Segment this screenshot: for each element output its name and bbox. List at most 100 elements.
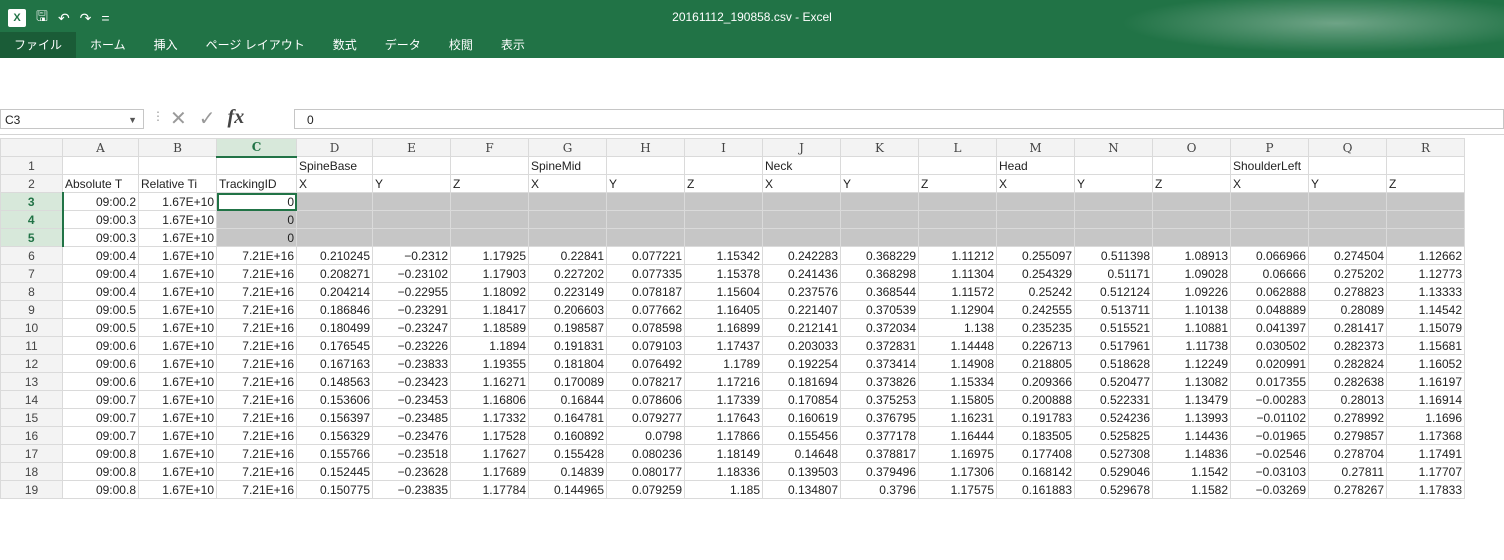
- cell-o15[interactable]: 1.13993: [1152, 408, 1231, 427]
- cell-l1[interactable]: [918, 156, 997, 175]
- cell-h14[interactable]: 0.078606: [606, 390, 685, 409]
- cell-q9[interactable]: 0.28089: [1308, 300, 1387, 319]
- cell-e6[interactable]: −0.2312: [372, 246, 451, 265]
- cell-r15[interactable]: 1.1696: [1386, 408, 1465, 427]
- cell-m7[interactable]: 0.254329: [996, 264, 1075, 283]
- name-box[interactable]: C3 ▼: [0, 109, 144, 129]
- cell-a4[interactable]: 09:00.3: [62, 210, 139, 229]
- row-header[interactable]: 14: [0, 390, 63, 409]
- cell-c2[interactable]: TrackingID: [216, 174, 297, 193]
- cell-k13[interactable]: 0.373826: [840, 372, 919, 391]
- cell-o17[interactable]: 1.14836: [1152, 444, 1231, 463]
- cell-l18[interactable]: 1.17306: [918, 462, 997, 481]
- cell-k5[interactable]: [840, 228, 919, 247]
- cell-l13[interactable]: 1.15334: [918, 372, 997, 391]
- tab-ribbon-1[interactable]: ホーム: [76, 32, 140, 58]
- cell-g9[interactable]: 0.206603: [528, 300, 607, 319]
- tab-ribbon-7[interactable]: 表示: [487, 32, 539, 58]
- cell-q1[interactable]: [1308, 156, 1387, 175]
- cell-q10[interactable]: 0.281417: [1308, 318, 1387, 337]
- cell-g11[interactable]: 0.191831: [528, 336, 607, 355]
- cell-q19[interactable]: 0.278267: [1308, 480, 1387, 499]
- cell-m14[interactable]: 0.200888: [996, 390, 1075, 409]
- cell-l16[interactable]: 1.16444: [918, 426, 997, 445]
- cell-i16[interactable]: 1.17866: [684, 426, 763, 445]
- cell-k7[interactable]: 0.368298: [840, 264, 919, 283]
- row-header[interactable]: 7: [0, 264, 63, 283]
- cell-l2[interactable]: Z: [918, 174, 997, 193]
- cell-h19[interactable]: 0.079259: [606, 480, 685, 499]
- cell-p14[interactable]: −0.00283: [1230, 390, 1309, 409]
- cell-d13[interactable]: 0.148563: [296, 372, 373, 391]
- cell-j14[interactable]: 0.170854: [762, 390, 841, 409]
- cell-d12[interactable]: 0.167163: [296, 354, 373, 373]
- cell-l12[interactable]: 1.14908: [918, 354, 997, 373]
- cell-e11[interactable]: −0.23226: [372, 336, 451, 355]
- cell-p17[interactable]: −0.02546: [1230, 444, 1309, 463]
- cell-q5[interactable]: [1308, 228, 1387, 247]
- cell-q7[interactable]: 0.275202: [1308, 264, 1387, 283]
- cell-n17[interactable]: 0.527308: [1074, 444, 1153, 463]
- cell-c6[interactable]: 7.21E+16: [216, 246, 297, 265]
- cell-a15[interactable]: 09:00.7: [62, 408, 139, 427]
- cell-d11[interactable]: 0.176545: [296, 336, 373, 355]
- cell-i1[interactable]: [684, 156, 763, 175]
- column-header-d[interactable]: D: [296, 138, 373, 157]
- cell-j16[interactable]: 0.155456: [762, 426, 841, 445]
- cell-p15[interactable]: −0.01102: [1230, 408, 1309, 427]
- column-header-o[interactable]: O: [1152, 138, 1231, 157]
- cell-d2[interactable]: X: [296, 174, 373, 193]
- column-header-q[interactable]: Q: [1308, 138, 1387, 157]
- cell-f18[interactable]: 1.17689: [450, 462, 529, 481]
- cell-h9[interactable]: 0.077662: [606, 300, 685, 319]
- cell-c1[interactable]: [216, 156, 297, 175]
- cell-m9[interactable]: 0.242555: [996, 300, 1075, 319]
- cell-e10[interactable]: −0.23247: [372, 318, 451, 337]
- cell-r9[interactable]: 1.14542: [1386, 300, 1465, 319]
- cell-l15[interactable]: 1.16231: [918, 408, 997, 427]
- cell-o16[interactable]: 1.14436: [1152, 426, 1231, 445]
- cell-f14[interactable]: 1.16806: [450, 390, 529, 409]
- cell-m5[interactable]: [996, 228, 1075, 247]
- cell-j12[interactable]: 0.192254: [762, 354, 841, 373]
- chevron-down-icon[interactable]: ▼: [128, 110, 137, 130]
- cell-q6[interactable]: 0.274504: [1308, 246, 1387, 265]
- row-header[interactable]: 1: [0, 156, 63, 175]
- cell-o18[interactable]: 1.1542: [1152, 462, 1231, 481]
- cell-f15[interactable]: 1.17332: [450, 408, 529, 427]
- row-header[interactable]: 12: [0, 354, 63, 373]
- cell-d8[interactable]: 0.204214: [296, 282, 373, 301]
- cell-a16[interactable]: 09:00.7: [62, 426, 139, 445]
- cell-f1[interactable]: [450, 156, 529, 175]
- cell-b6[interactable]: 1.67E+10: [138, 246, 217, 265]
- cell-d14[interactable]: 0.153606: [296, 390, 373, 409]
- cell-j8[interactable]: 0.237576: [762, 282, 841, 301]
- cell-e16[interactable]: −0.23476: [372, 426, 451, 445]
- cell-a14[interactable]: 09:00.7: [62, 390, 139, 409]
- cell-p5[interactable]: [1230, 228, 1309, 247]
- cell-f17[interactable]: 1.17627: [450, 444, 529, 463]
- cell-o11[interactable]: 1.11738: [1152, 336, 1231, 355]
- cell-c13[interactable]: 7.21E+16: [216, 372, 297, 391]
- cell-m15[interactable]: 0.191783: [996, 408, 1075, 427]
- cell-o10[interactable]: 1.10881: [1152, 318, 1231, 337]
- cell-b17[interactable]: 1.67E+10: [138, 444, 217, 463]
- cell-r17[interactable]: 1.17491: [1386, 444, 1465, 463]
- cell-m8[interactable]: 0.25242: [996, 282, 1075, 301]
- cell-j19[interactable]: 0.134807: [762, 480, 841, 499]
- cell-f9[interactable]: 1.18417: [450, 300, 529, 319]
- cell-b13[interactable]: 1.67E+10: [138, 372, 217, 391]
- cell-m18[interactable]: 0.168142: [996, 462, 1075, 481]
- cell-i10[interactable]: 1.16899: [684, 318, 763, 337]
- cell-e2[interactable]: Y: [372, 174, 451, 193]
- cell-l4[interactable]: [918, 210, 997, 229]
- cell-b19[interactable]: 1.67E+10: [138, 480, 217, 499]
- row-header[interactable]: 3: [0, 192, 64, 211]
- column-header-m[interactable]: M: [996, 138, 1075, 157]
- cell-r4[interactable]: [1386, 210, 1465, 229]
- cell-c11[interactable]: 7.21E+16: [216, 336, 297, 355]
- cell-g8[interactable]: 0.223149: [528, 282, 607, 301]
- cell-m2[interactable]: X: [996, 174, 1075, 193]
- row-header[interactable]: 4: [0, 210, 64, 229]
- cell-l10[interactable]: 1.138: [918, 318, 997, 337]
